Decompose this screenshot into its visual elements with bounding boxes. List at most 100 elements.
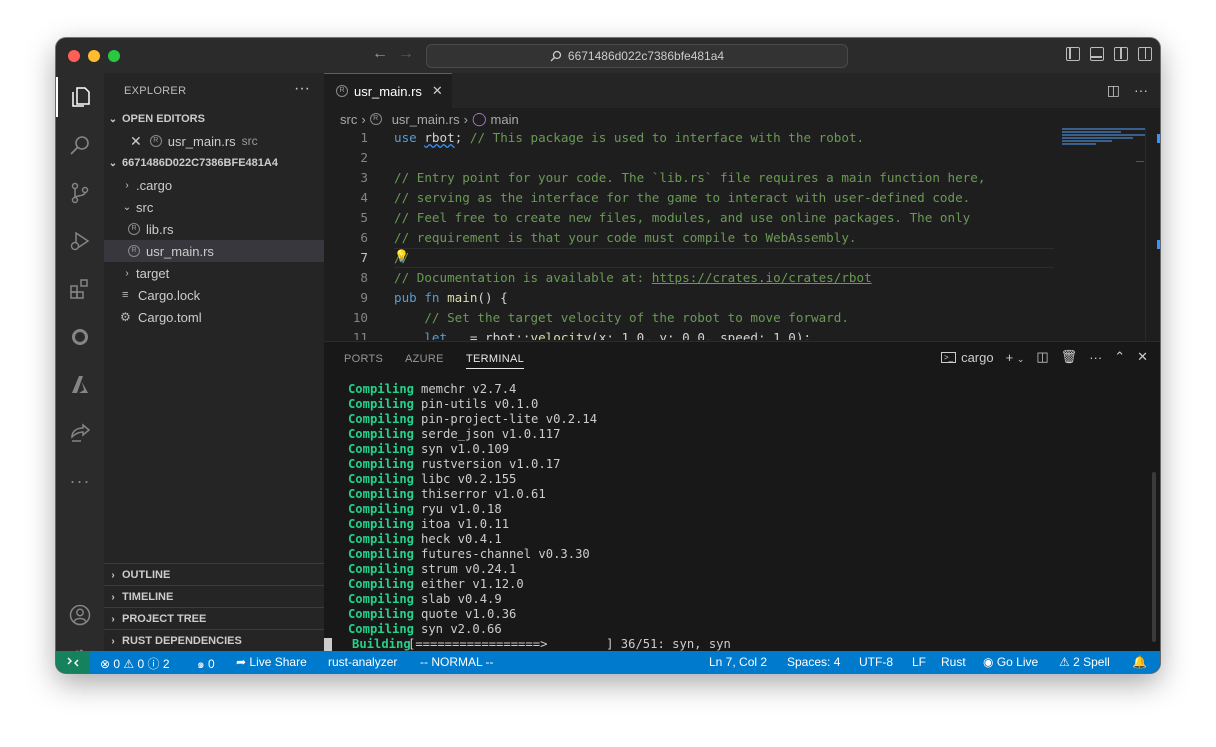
code-line[interactable]: 3 // Entry point for your code. The `lib.… (324, 168, 1064, 188)
encoding-status[interactable]: UTF-8 (859, 655, 893, 669)
rust-analyzer-status[interactable]: rust-analyzer (328, 655, 397, 669)
terminal-text: pin-project-lite v0.2.14 (421, 412, 598, 426)
terminal-text: slab v0.4.9 (421, 592, 502, 606)
tree-item-cargo-lock[interactable]: ≡ Cargo.lock (104, 284, 324, 306)
run-and-debug-icon[interactable] (56, 221, 104, 261)
zoom-window-button[interactable] (108, 50, 120, 62)
tab-ports[interactable]: PORTS (344, 353, 383, 365)
eol-status[interactable]: LF (912, 655, 926, 669)
terminal-line: Compiling strum v0.24.1 (344, 562, 1144, 577)
code-line[interactable]: 10 // Set the target velocity of the rob… (324, 308, 1064, 328)
terminal-keyword: Building (352, 637, 411, 651)
source-control-icon[interactable] (56, 173, 104, 213)
accounts-icon[interactable] (56, 595, 104, 635)
tab-terminal[interactable]: TERMINAL (466, 353, 525, 369)
command-center-search[interactable]: 6671486d022c7386bfe481a4 (426, 44, 848, 68)
timeline-section[interactable]: › TIMELINE (104, 585, 324, 608)
back-arrow-icon[interactable]: ← (372, 45, 388, 63)
forward-arrow-icon[interactable]: → (398, 45, 414, 63)
tree-item-usr-main-rs[interactable]: R usr_main.rs (104, 240, 324, 262)
tree-item-cargo-toml[interactable]: ⚙ Cargo.toml (104, 306, 324, 328)
open-editors-header[interactable]: ⌄ OPEN EDITORS (104, 108, 324, 130)
editor-more-actions-icon[interactable]: ··· (1134, 82, 1148, 99)
terminal-scrollbar[interactable] (1152, 472, 1156, 642)
code-line[interactable]: 9 pub fn main() { (324, 288, 1064, 308)
terminal-line: Compiling pin-project-lite v0.2.14 (344, 412, 1144, 427)
toggle-secondary-sidebar-icon[interactable] (1114, 47, 1128, 61)
code-line[interactable]: 1 use rbot; // This package is used to in… (324, 128, 1064, 148)
tree-item-lib-rs[interactable]: R lib.rs (104, 218, 324, 240)
close-icon[interactable]: ✕ (432, 83, 443, 99)
problems-status[interactable]: ⊗ 0 ⚠ 0 ⓘ 2 (100, 655, 170, 672)
close-panel-icon[interactable]: ✕ (1137, 349, 1148, 365)
code-line[interactable]: 8 // Documentation is available at: https… (324, 268, 1064, 288)
toggle-panel-icon[interactable] (1090, 47, 1104, 61)
notifications-bell-icon[interactable]: 🔔 (1132, 655, 1147, 669)
kill-terminal-icon[interactable]: 🗑 (1061, 349, 1078, 365)
open-editor-item-usr-main[interactable]: ✕ R usr_main.rs src (104, 130, 324, 152)
explorer-more-actions-button[interactable]: ··· (294, 80, 310, 98)
language-status[interactable]: Rust (941, 655, 966, 669)
extensions-icon[interactable] (56, 269, 104, 309)
live-share-status[interactable]: ➦ Live Share (236, 655, 307, 669)
indentation-status[interactable]: Spaces: 4 (787, 655, 840, 669)
code-line[interactable]: 5 // Feel free to create new files, modul… (324, 208, 1064, 228)
code-token: // Feel free to create new files, module… (394, 210, 971, 225)
terminal-text: quote v1.0.36 (421, 607, 517, 621)
rust-dependencies-section[interactable]: › RUST DEPENDENCIES (104, 629, 324, 652)
terminal-line: Compiling futures-channel v0.3.30 (344, 547, 1144, 562)
editor-scrollbar[interactable] (1136, 128, 1160, 341)
breadcrumb-symbol[interactable]: main (491, 112, 519, 127)
cursor-position-status[interactable]: Ln 7, Col 2 (709, 655, 767, 669)
code-token: // Entry point for your code. The `lib.r… (394, 170, 986, 185)
tree-item-cargo-dir[interactable]: › .cargo (104, 174, 324, 196)
workspace-folder-header[interactable]: ⌄ 6671486D022C7386BFE481A4 (104, 152, 324, 174)
minimap[interactable] (1062, 128, 1146, 150)
terminal-line: Compiling libc v0.2.155 (344, 472, 1144, 487)
tree-item-src-dir[interactable]: ⌄ src (104, 196, 324, 218)
spell-status[interactable]: ⚠ 2 Spell (1059, 655, 1110, 669)
split-editor-icon[interactable]: ◫ (1107, 82, 1120, 99)
go-live-status[interactable]: ◉ Go Live (983, 655, 1038, 669)
customize-layout-icon[interactable] (1138, 47, 1152, 61)
toggle-primary-sidebar-icon[interactable] (1066, 47, 1080, 61)
terminal-text: [=================> ] 36/51: syn, syn (408, 637, 731, 651)
code-line[interactable]: 6 // requirement is that your code must c… (324, 228, 1064, 248)
code-line[interactable]: 11 let _ = rbot::velocity(x: 1.0, y: 0.0… (324, 328, 1064, 340)
tree-item-target-dir[interactable]: › target (104, 262, 324, 284)
breadcrumb-file[interactable]: usr_main.rs (392, 112, 460, 127)
outline-section[interactable]: › OUTLINE (104, 563, 324, 586)
split-terminal-icon[interactable]: ◫ (1036, 349, 1048, 365)
maximize-panel-icon[interactable]: ⌃ (1114, 349, 1125, 365)
chevron-right-icon: › (111, 569, 115, 581)
tab-usr-main-rs[interactable]: R usr_main.rs ✕ (324, 73, 452, 108)
terminal-output[interactable]: Compiling memchr v2.7.4 Compiling pin-utils… (324, 382, 1144, 652)
explorer-icon[interactable] (56, 77, 104, 117)
azure-icon[interactable] (56, 365, 104, 405)
terminal-text: serde_json v1.0.117 (421, 427, 561, 441)
project-tree-section[interactable]: › PROJECT TREE (104, 607, 324, 630)
breadcrumb-src[interactable]: src (340, 112, 357, 127)
panel-more-icon[interactable]: ··· (1089, 350, 1102, 365)
search-icon[interactable] (56, 125, 104, 165)
ports-status[interactable]: ๑ 0 (197, 655, 215, 673)
close-window-button[interactable] (68, 50, 80, 62)
github-icon[interactable] (56, 317, 104, 357)
live-share-icon[interactable] (56, 413, 104, 453)
terminal-line: Compiling itoa v1.0.11 (344, 517, 1144, 532)
terminal-keyword: Compiling (347, 397, 414, 411)
more-views-icon[interactable]: ··· (56, 461, 104, 501)
minimize-window-button[interactable] (88, 50, 100, 62)
remote-indicator[interactable] (56, 651, 90, 673)
code-line[interactable]: 2 (324, 148, 1064, 168)
terminal-line: Compiling serde_json v1.0.117 (344, 427, 1144, 442)
tab-azure[interactable]: AZURE (405, 353, 444, 365)
code-line[interactable]: 7// (324, 248, 1064, 268)
code-line[interactable]: 4 // serving as the interface for the gam… (324, 188, 1064, 208)
new-terminal-icon[interactable]: + ⌄ (1006, 350, 1025, 365)
terminal-selector[interactable]: >_ cargo (940, 350, 994, 365)
close-icon[interactable]: ✕ (130, 133, 142, 150)
lightbulb-icon[interactable]: 💡 (394, 249, 409, 263)
terminal-text: futures-channel v0.3.30 (421, 547, 590, 561)
rust-file-icon: R (128, 245, 140, 257)
